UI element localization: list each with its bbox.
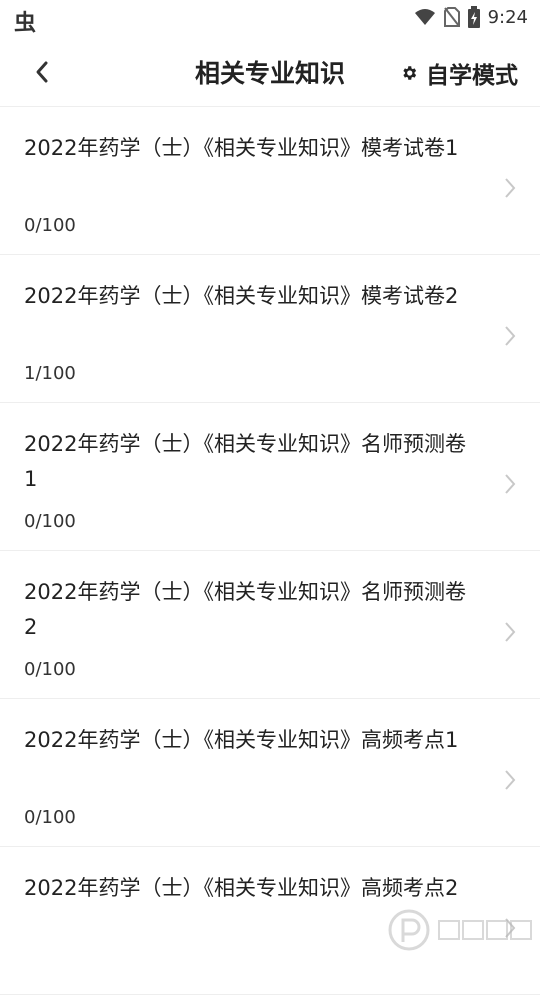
self-study-mode-label: 自学模式 (426, 63, 518, 89)
chevron-left-icon (36, 61, 48, 83)
list-item[interactable]: 2022年药学（士）《相关专业知识》模考试卷2 1/100 (0, 255, 540, 403)
chevron-right-icon (505, 622, 516, 642)
no-sim-icon (443, 7, 460, 27)
battery-icon (467, 6, 480, 28)
self-study-mode-button[interactable]: 自学模式 (400, 56, 518, 90)
header: 相关专业知识 自学模式 (0, 36, 540, 107)
item-title: 2022年药学（士）《相关专业知识》高频考点1 (24, 728, 459, 752)
list-item[interactable]: 2022年药学（士）《相关专业知识》高频考点1 0/100 (0, 699, 540, 847)
gear-icon (403, 66, 417, 80)
back-button[interactable] (28, 58, 56, 86)
chevron-right-icon (505, 474, 516, 494)
item-title: 2022年药学（士）《相关专业知识》名师预测卷2 (24, 580, 466, 639)
item-score: 0/100 (24, 807, 76, 828)
item-score: 0/100 (24, 659, 76, 680)
watermark-icon (388, 909, 430, 951)
item-score: 0/100 (24, 511, 76, 532)
item-score: 1/100 (24, 363, 76, 384)
status-bar: 虫 9:24 (0, 0, 540, 36)
list-item[interactable]: 2022年药学（士）《相关专业知识》名师预测卷1 0/100 (0, 403, 540, 551)
list-item[interactable]: 2022年药学（士）《相关专业知识》名师预测卷2 0/100 (0, 551, 540, 699)
watermark-lettering (438, 920, 532, 940)
chevron-right-icon (505, 326, 516, 346)
status-time: 9:24 (487, 6, 528, 28)
exam-list: 2022年药学（士）《相关专业知识》模考试卷1 0/100 2022年药学（士）… (0, 107, 540, 995)
chevron-right-icon (505, 178, 516, 198)
list-item[interactable]: 2022年药学（士）《相关专业知识》模考试卷1 0/100 (0, 107, 540, 255)
item-title: 2022年药学（士）《相关专业知识》模考试卷2 (24, 284, 459, 308)
watermark-logo (380, 900, 540, 960)
chevron-right-icon (505, 770, 516, 790)
item-score: 0/100 (24, 215, 76, 236)
item-title: 2022年药学（士）《相关专业知识》模考试卷1 (24, 136, 459, 160)
item-title: 2022年药学（士）《相关专业知识》名师预测卷1 (24, 432, 466, 491)
status-icons: 9:24 (414, 6, 528, 28)
app-notification-icon: 虫 (14, 11, 37, 36)
wifi-icon (414, 9, 435, 25)
